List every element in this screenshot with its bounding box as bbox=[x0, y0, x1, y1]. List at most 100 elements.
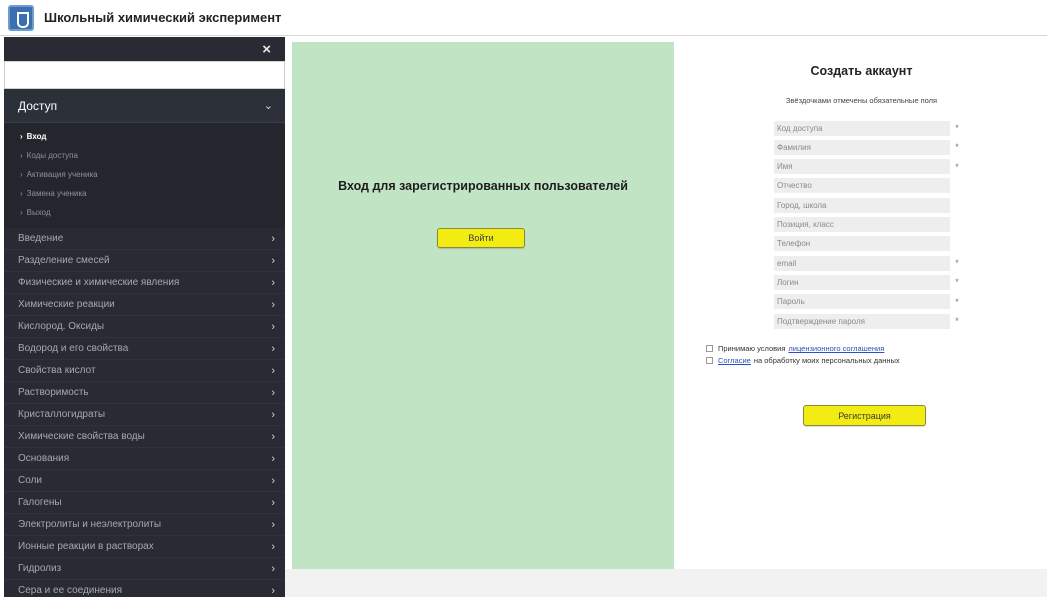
register-field-row: Пароль * bbox=[774, 294, 964, 310]
sidebar-item-label: Химические свойства воды bbox=[18, 431, 145, 442]
register-field-row: Код доступа * bbox=[774, 120, 964, 136]
register-field-input[interactable]: Подтверждение пароля bbox=[774, 313, 950, 329]
chevron-right-icon: › bbox=[271, 364, 275, 377]
required-star: * bbox=[955, 123, 959, 133]
sidebar-item[interactable]: Физические и химические явления › bbox=[4, 272, 285, 294]
sidebar-close-icon[interactable]: × bbox=[4, 37, 285, 61]
sidebar-item-label: Водород и его свойства bbox=[18, 343, 129, 354]
register-field-input[interactable]: Логин bbox=[774, 274, 950, 290]
register-field-row: Имя * bbox=[774, 159, 964, 175]
sidebar-item-label: Введение bbox=[18, 233, 64, 244]
chevron-right-icon: › bbox=[271, 452, 275, 465]
register-field-input[interactable]: Имя bbox=[774, 159, 950, 175]
personal-data-consent-link[interactable]: Согласие bbox=[718, 356, 751, 365]
sidebar-item-label: Физические и химические явления bbox=[18, 277, 180, 288]
chevron-right-icon: › bbox=[271, 496, 275, 509]
register-field-input[interactable]: Город, школа bbox=[774, 197, 950, 213]
sidebar-item-label: Электролиты и неэлектролиты bbox=[18, 519, 162, 530]
chevron-right-icon: › bbox=[271, 386, 275, 399]
sidebar-item-label: Основания bbox=[18, 453, 70, 464]
sidebar-subitem-access-codes[interactable]: › Коды доступа bbox=[4, 146, 285, 165]
sidebar-item[interactable]: Растворимость › bbox=[4, 382, 285, 404]
flask-logo-icon bbox=[8, 4, 34, 31]
sidebar-item[interactable]: Ионные реакции в растворах › bbox=[4, 536, 285, 558]
chevron-right-icon: › bbox=[271, 562, 275, 575]
register-field-row: Телефон bbox=[774, 236, 964, 252]
sidebar-item[interactable]: Гидролиз › bbox=[4, 558, 285, 580]
license-consent-row: Принимаю условия лицензионного соглашени… bbox=[706, 344, 887, 353]
register-field-input[interactable]: Позиция, класс bbox=[774, 217, 950, 232]
sidebar-item-label: Химические реакции bbox=[18, 299, 115, 310]
chevron-right-icon: › bbox=[271, 474, 275, 487]
register-field-input[interactable]: Телефон bbox=[774, 236, 950, 252]
chevron-right-icon: › bbox=[271, 518, 275, 531]
chevron-right-icon: › bbox=[271, 254, 275, 267]
login-button[interactable]: Войти bbox=[437, 228, 525, 248]
register-field-row: email * bbox=[774, 255, 964, 271]
chevron-down-icon: ⌄ bbox=[263, 100, 273, 112]
sidebar-item-label: Соли bbox=[18, 475, 42, 486]
personal-data-consent-text: на обработку моих персональных данных bbox=[753, 356, 900, 365]
sidebar-item[interactable]: Основания › bbox=[4, 448, 285, 470]
register-field-row: Город, школа bbox=[774, 197, 964, 213]
sidebar-item[interactable]: Соли › bbox=[4, 470, 285, 492]
sidebar-item[interactable]: Кислород. Оксиды › bbox=[4, 316, 285, 338]
required-star: * bbox=[955, 161, 959, 172]
sidebar-section-access[interactable]: Доступ ⌄ bbox=[4, 89, 285, 123]
sidebar-subitem-student-activation[interactable]: › Активация ученика bbox=[4, 165, 285, 184]
required-star: * bbox=[955, 142, 959, 153]
personal-data-consent-row: Согласие на обработку моих персональных … bbox=[706, 356, 900, 365]
sidebar-subitem-login[interactable]: › Вход bbox=[4, 127, 285, 146]
sidebar: × Доступ ⌄ › Вход › Коды доступа › Активаци… bbox=[4, 37, 285, 597]
personal-data-checkbox[interactable] bbox=[706, 357, 713, 364]
register-title: Создать аккаунт bbox=[810, 64, 913, 78]
register-field-input[interactable]: Фамилия bbox=[774, 139, 950, 155]
app-title: Школьный химический эксперимент bbox=[44, 10, 282, 25]
register-field-input[interactable]: email bbox=[774, 255, 950, 271]
required-star: * bbox=[955, 258, 959, 269]
login-heading: Вход для зарегистрированных пользователе… bbox=[338, 179, 628, 193]
sidebar-item-label: Гидролиз bbox=[18, 563, 62, 574]
register-field-row: Отчество bbox=[774, 178, 964, 194]
chevron-right-icon: › bbox=[271, 276, 275, 289]
register-field-row: Фамилия * bbox=[774, 139, 964, 155]
sidebar-item[interactable]: Введение › bbox=[4, 228, 285, 250]
register-button[interactable]: Регистрация bbox=[803, 405, 926, 426]
register-field-input[interactable]: Отчество bbox=[774, 178, 950, 194]
required-fields-note: Звёздочками отмечены обязательные поля bbox=[785, 96, 938, 105]
top-bar: Школьный химический эксперимент bbox=[0, 0, 1047, 36]
sidebar-search-input[interactable] bbox=[4, 61, 285, 89]
sidebar-item-label: Кристаллогидраты bbox=[18, 409, 106, 420]
sidebar-item-label: Кислород. Оксиды bbox=[18, 321, 105, 332]
register-field-input[interactable]: Код доступа bbox=[774, 120, 950, 136]
license-checkbox[interactable] bbox=[706, 345, 713, 352]
sidebar-item[interactable]: Электролиты и неэлектролиты › bbox=[4, 514, 285, 536]
sidebar-item[interactable]: Разделение смесей › bbox=[4, 250, 285, 272]
sidebar-item[interactable]: Сера и ее соединения › bbox=[4, 580, 285, 597]
license-agreement-link[interactable]: лицензионного соглашения bbox=[788, 344, 884, 353]
sidebar-item[interactable]: Водород и его свойства › bbox=[4, 338, 285, 360]
register-field-row: Подтверждение пароля * bbox=[774, 313, 964, 329]
register-field-input[interactable]: Пароль bbox=[774, 294, 950, 310]
sidebar-item[interactable]: Химические свойства воды › bbox=[4, 426, 285, 448]
chevron-right-icon: › bbox=[271, 342, 275, 355]
sidebar-subitem-student-replace[interactable]: › Замена ученика bbox=[4, 184, 285, 203]
sidebar-item-label: Ионные реакции в растворах bbox=[18, 541, 154, 552]
sidebar-item[interactable]: Галогены › bbox=[4, 492, 285, 514]
login-panel: Вход для зарегистрированных пользователе… bbox=[292, 42, 674, 569]
license-consent-text: Принимаю условия bbox=[718, 344, 786, 353]
sidebar-submenu: › Вход › Коды доступа › Активация ученика ›… bbox=[4, 123, 285, 228]
chevron-right-icon: › bbox=[271, 232, 275, 245]
register-field-row: Логин * bbox=[774, 274, 964, 290]
sidebar-item-label: Свойства кислот bbox=[18, 365, 96, 376]
required-star: * bbox=[955, 277, 959, 288]
required-star: * bbox=[955, 316, 959, 326]
chevron-right-icon: › bbox=[271, 298, 275, 311]
sidebar-item[interactable]: Свойства кислот › bbox=[4, 360, 285, 382]
chevron-right-icon: › bbox=[271, 408, 275, 421]
sidebar-subitem-logout[interactable]: › Выход bbox=[4, 203, 285, 222]
sidebar-item[interactable]: Химические реакции › bbox=[4, 294, 285, 316]
footer-strip bbox=[285, 569, 1047, 597]
sidebar-item[interactable]: Кристаллогидраты › bbox=[4, 404, 285, 426]
chevron-right-icon: › bbox=[271, 584, 275, 597]
